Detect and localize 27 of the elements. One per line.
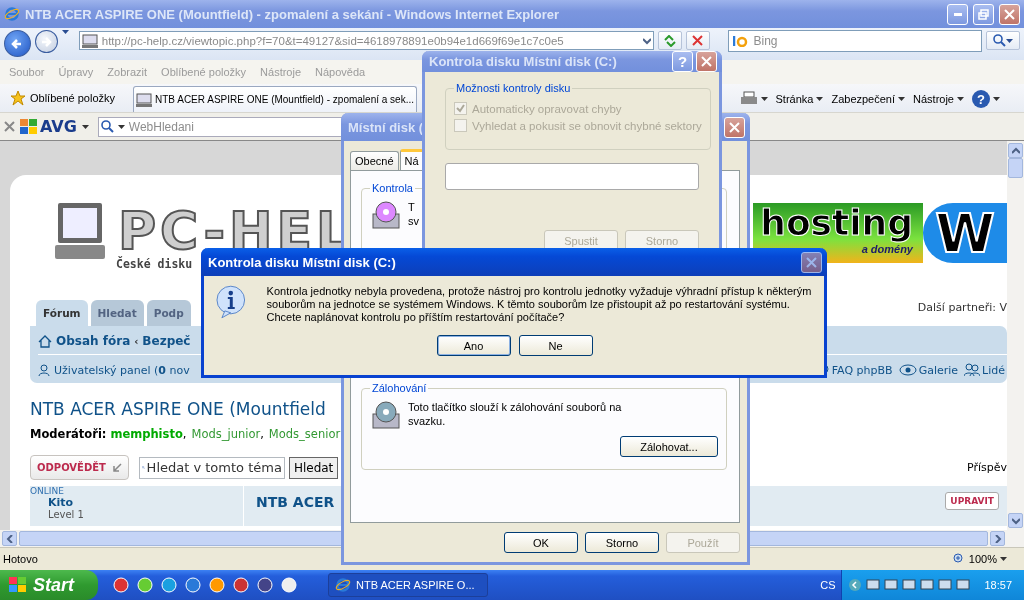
message-text: Kontrola jednotky nebyla provedena, protože nástroj pro kontrolu jednotky vyžaduje výhradní přístup k některým souborům na jednotce se systémem Windows. K těmto souborům lze přistoupit až po restartování systému. Chcete naplánovat kontrolu po příštím restartování počítače?: [266, 285, 813, 324]
site-logo: PC-HEL: [118, 205, 354, 257]
post-title: NTB ACER: [255, 493, 335, 512]
window-title: NTB ACER ASPIRE ONE (Mountfield) - zpomalení a sekání - Windows Internet Explorer: [25, 6, 561, 22]
breadcrumb-separator: ‹: [134, 335, 139, 347]
dialog-title: Kontrola disku Místní disk (C:): [429, 54, 617, 69]
checkbox-label: Automaticky opravovat chyby: [472, 102, 622, 115]
status-text: Hotovo: [3, 553, 39, 565]
group-label: Možnosti kontroly disku: [455, 82, 572, 94]
moderators-label: Moderátoři:: [30, 427, 107, 441]
clock: 18:57: [984, 579, 1012, 591]
partners-label: Další partneři: V: [917, 301, 1007, 314]
list-separator: ,: [182, 427, 187, 441]
group-text: sv: [408, 214, 419, 228]
group-text: T: [408, 200, 416, 214]
site-tagline: České disku: [116, 257, 193, 271]
dialog-title: Kontrola disku Místní disk (C:): [208, 254, 396, 270]
checkbox-label: Vyhledat a pokusit se obnovit chybné sektory: [472, 119, 702, 132]
topic-title: NTB ACER ASPIRE ONE (Mountfield: [30, 399, 326, 419]
help-icon: ?: [972, 90, 990, 108]
post-count: Příspěv: [967, 461, 1007, 474]
group-label: Zálohování: [371, 382, 428, 394]
user-rank: Level 1: [48, 509, 85, 520]
group-label: Kontrola: [371, 182, 414, 194]
list-separator: ,: [260, 427, 264, 441]
online-status: ONLINE: [30, 486, 65, 496]
group-text: Toto tlačítko slouží k zálohování souborů na svazku.: [408, 400, 623, 428]
